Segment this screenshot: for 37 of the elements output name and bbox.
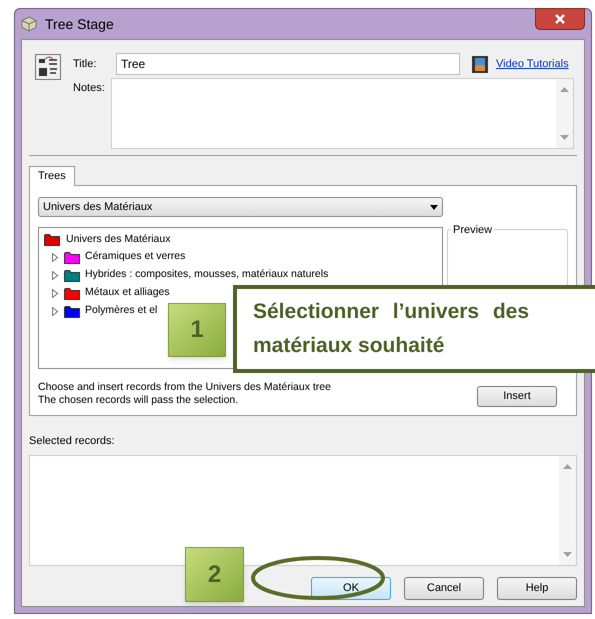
notes-label: Notes: (73, 81, 106, 96)
video-tutorials-link[interactable]: Video Tutorials (496, 56, 569, 72)
film-icon (472, 56, 488, 72)
step-badge: 1 (168, 303, 226, 357)
scroll-down-icon[interactable] (563, 552, 572, 556)
callout-box: Sélectionner l’univers des matériaux souhaité (233, 285, 595, 373)
selected-records-field[interactable] (29, 454, 577, 566)
dialog-button[interactable]: Cancel (404, 576, 484, 600)
cube-icon (21, 16, 37, 32)
tab[interactable]: Trees (29, 166, 75, 186)
scroll-up-icon[interactable] (563, 464, 572, 468)
window-title: Tree Stage (45, 14, 114, 34)
close-icon (555, 14, 565, 24)
expand-arrow-icon[interactable] (51, 270, 59, 280)
tree-stage-icon (35, 54, 61, 80)
tree-item[interactable]: Métaux et alliages (44, 284, 170, 302)
scroll-up-icon[interactable] (560, 87, 569, 92)
expand-arrow-icon[interactable] (51, 252, 59, 262)
expand-arrow-icon[interactable] (51, 288, 59, 298)
tree-item[interactable]: Céramiques et verres (44, 248, 186, 266)
scroll-down-icon[interactable] (560, 135, 569, 140)
title-field[interactable]: Tree (116, 53, 460, 75)
insert-button[interactable]: Insert (477, 386, 557, 407)
expand-arrow-icon[interactable] (51, 306, 59, 316)
close-button[interactable] (535, 8, 585, 30)
tree-item[interactable]: Univers des Matériaux (44, 231, 170, 248)
step-badge: 2 (185, 547, 244, 602)
dialog-button[interactable]: Help (497, 576, 577, 600)
help-text: Choose and insert records from the Univers des Matériaux tree (38, 381, 332, 394)
tree-item[interactable]: Polymères et el (44, 302, 158, 320)
selected-records-label: Selected records: (29, 434, 116, 449)
help-text: The chosen records will pass the selection. (38, 394, 240, 407)
title-label: Title: (73, 56, 98, 72)
tree-dropdown[interactable]: Univers des Matériaux (38, 197, 443, 217)
tree-item[interactable]: Hybrides : composites, mousses, matériaux naturels (44, 266, 328, 284)
notes-field[interactable] (111, 78, 574, 149)
dropdown-arrow-icon (430, 204, 438, 210)
